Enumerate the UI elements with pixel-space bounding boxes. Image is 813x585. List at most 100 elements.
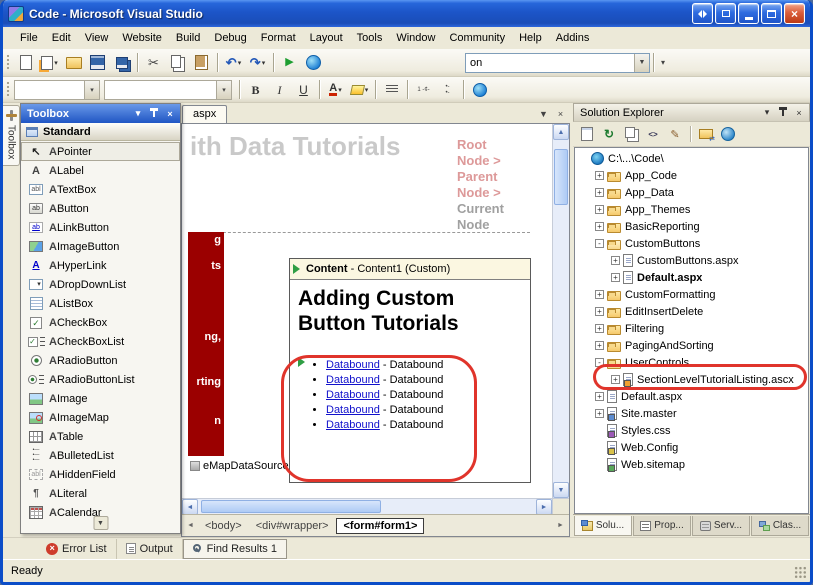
style-combo[interactable] <box>14 80 100 100</box>
solution-explorer-header[interactable]: Solution Explorer ▾ × <box>573 103 810 122</box>
expander-icon[interactable]: + <box>595 307 604 316</box>
close-icon[interactable]: × <box>163 107 177 121</box>
toolbox-item[interactable]: ListBox <box>21 294 180 313</box>
expander-icon[interactable]: + <box>595 222 604 231</box>
tag-path-item[interactable]: <div#wrapper> <box>250 519 335 533</box>
panel-tab[interactable]: Prop... <box>633 516 691 536</box>
tree-item[interactable]: + App_Data <box>575 184 808 201</box>
nest-related-files-button[interactable] <box>621 124 641 144</box>
maximize-button[interactable] <box>761 3 782 24</box>
hyperlink-button[interactable] <box>468 79 491 101</box>
resize-grip[interactable] <box>794 566 807 579</box>
aspnet-configuration-button[interactable] <box>718 124 738 144</box>
tree-item[interactable]: + App_Code <box>575 167 808 184</box>
highlight-button[interactable] <box>348 79 371 101</box>
refresh-button[interactable] <box>599 124 619 144</box>
menu-item[interactable]: Edit <box>45 29 78 47</box>
command-combo[interactable]: ▼ <box>465 53 650 73</box>
menu-item[interactable]: Tools <box>350 29 390 47</box>
toolbox-item[interactable]: ImageButton <box>21 237 180 256</box>
tag-scroll-left-icon[interactable]: ◄ <box>184 522 197 529</box>
toolbox-item[interactable]: Button <box>21 199 180 218</box>
toolbox-item[interactable]: Table <box>21 427 180 446</box>
cut-button[interactable]: ✂ <box>142 52 165 74</box>
toolbox-scroll-down-button[interactable]: ▼ <box>93 516 108 530</box>
horizontal-scrollbar[interactable]: ◄ ► <box>182 498 569 514</box>
expander-icon[interactable]: + <box>595 290 604 299</box>
toolbox-item[interactable]: HiddenField <box>21 465 180 484</box>
pin-icon[interactable] <box>776 106 790 120</box>
menu-item[interactable]: Website <box>115 29 169 47</box>
tag-path-item[interactable]: <body> <box>199 519 248 533</box>
window-extra-button[interactable] <box>715 3 736 24</box>
scrollbar-thumb[interactable] <box>554 149 568 205</box>
toolbar-grip[interactable] <box>6 54 10 71</box>
tree-item[interactable]: + CustomFormatting <box>575 286 808 303</box>
tree-item[interactable]: + PagingAndSorting <box>575 337 808 354</box>
toolbox-item[interactable]: BulletedList <box>21 446 180 465</box>
tree-item[interactable]: + Filtering <box>575 320 808 337</box>
toolbox-group-standard[interactable]: Standard <box>21 123 180 141</box>
add-new-item-button[interactable] <box>38 52 61 74</box>
expander-icon[interactable]: + <box>595 341 604 350</box>
toolbox-item[interactable]: RadioButton <box>21 351 180 370</box>
toolbox-item[interactable]: CheckBoxList <box>21 332 180 351</box>
copy-website-button[interactable] <box>696 124 716 144</box>
toolbox-item[interactable]: HyperLink <box>21 256 180 275</box>
expander-icon[interactable]: + <box>595 409 604 418</box>
tag-path-item[interactable]: <form#form1> <box>336 518 424 534</box>
content-region-header[interactable]: Content - Content1 (Custom) <box>290 259 530 280</box>
expander-icon[interactable]: + <box>595 171 604 180</box>
expander-icon[interactable]: + <box>611 273 620 282</box>
toolbox-item[interactable]: ImageMap <box>21 408 180 427</box>
expander-icon[interactable]: + <box>595 392 604 401</box>
combo-dropdown-icon[interactable]: ▼ <box>634 54 649 72</box>
bottom-tab[interactable]: Error List <box>37 539 117 559</box>
toolbox-collapsed-tab[interactable]: Toolbox <box>3 105 20 166</box>
toolbox-item[interactable]: Image <box>21 389 180 408</box>
command-combo-input[interactable] <box>466 54 634 72</box>
menu-item[interactable]: Debug <box>207 29 253 47</box>
panel-tab[interactable]: Solu... <box>574 516 632 536</box>
close-button[interactable]: × <box>784 3 805 24</box>
bottom-tab[interactable]: Find Results 1 <box>183 539 287 559</box>
start-debug-button[interactable]: ▶ <box>278 52 301 74</box>
toolbox-item[interactable]: DropDownList <box>21 275 180 294</box>
paste-button[interactable] <box>190 52 213 74</box>
menu-item[interactable]: Format <box>254 29 303 47</box>
redo-button[interactable]: ↷ <box>246 52 269 74</box>
toolbox-item[interactable]: CheckBox <box>21 313 180 332</box>
expander-icon[interactable]: + <box>595 205 604 214</box>
tree-item[interactable]: + BasicReporting <box>575 218 808 235</box>
bottom-tab[interactable]: Output <box>117 539 183 559</box>
browse-with-button[interactable] <box>302 52 325 74</box>
menu-item[interactable]: Layout <box>303 29 350 47</box>
tree-item[interactable]: + Default.aspx <box>575 388 808 405</box>
expander-icon[interactable]: + <box>611 256 620 265</box>
tree-item[interactable]: C:\...\Code\ <box>575 150 808 167</box>
toolbox-item[interactable]: Literal <box>21 484 180 503</box>
properties-button[interactable] <box>577 124 597 144</box>
italic-button[interactable]: I <box>268 79 291 101</box>
vertical-scrollbar[interactable]: ▲ ▼ <box>552 124 569 498</box>
scroll-left-icon[interactable]: ◄ <box>182 499 198 515</box>
window-nav-button[interactable] <box>692 3 713 24</box>
panel-tab[interactable]: Clas... <box>751 516 809 536</box>
bold-button[interactable]: B <box>244 79 267 101</box>
menu-item[interactable]: View <box>78 29 116 47</box>
toolbox-item[interactable]: RadioButtonList <box>21 370 180 389</box>
expander-icon[interactable]: + <box>595 324 604 333</box>
design-surface[interactable]: ith Data Tutorials Root Node >Parent Nod… <box>182 124 569 498</box>
breadcrumb-node[interactable]: Root Node > <box>457 137 513 169</box>
scroll-right-icon[interactable]: ► <box>536 499 552 515</box>
tree-item[interactable]: + Default.aspx <box>575 269 808 286</box>
tree-item[interactable]: + App_Themes <box>575 201 808 218</box>
tree-item[interactable]: + Site.master <box>575 405 808 422</box>
scroll-down-icon[interactable]: ▼ <box>553 482 569 498</box>
close-icon[interactable]: × <box>792 106 806 120</box>
toolbar-grip[interactable] <box>6 81 10 98</box>
undo-button[interactable]: ↶ <box>222 52 245 74</box>
view-code-button[interactable] <box>643 124 663 144</box>
toolbox-item[interactable]: Label <box>21 161 180 180</box>
toolbar-options-button[interactable]: ▾ <box>657 58 669 67</box>
